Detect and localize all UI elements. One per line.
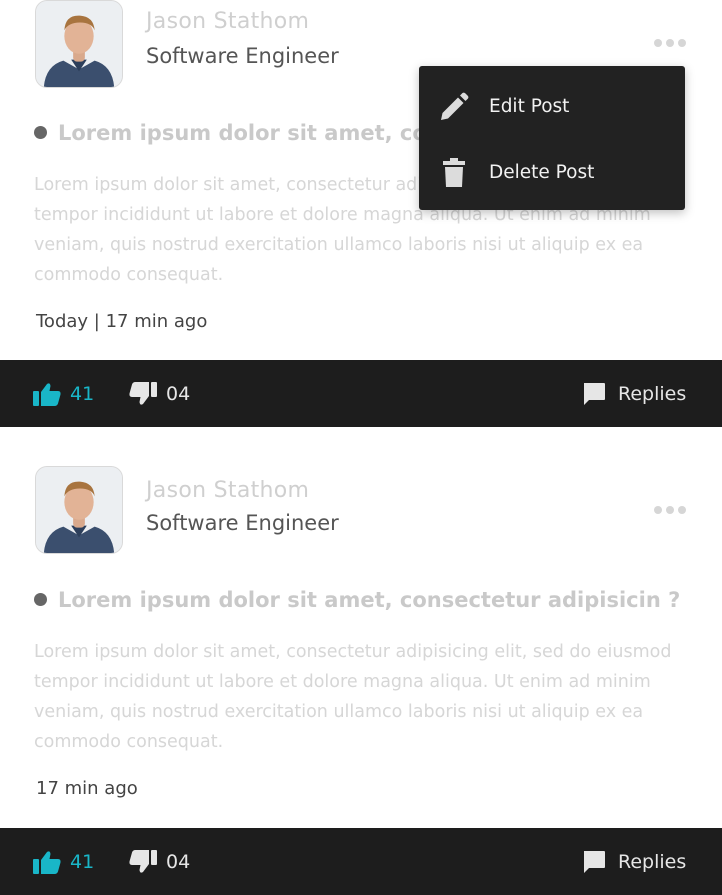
dislike-button[interactable]: 04 — [129, 828, 190, 895]
like-count: 41 — [70, 850, 95, 873]
post-options-menu: Edit Post Delete Post — [419, 66, 685, 210]
bullet-icon — [34, 593, 47, 606]
avatar[interactable] — [35, 466, 123, 554]
avatar[interactable] — [35, 0, 123, 88]
author-name[interactable]: Jason Stathom — [146, 9, 309, 34]
more-dots-icon — [678, 39, 686, 47]
post-card: Jason Stathom Software Engineer Lorem ip… — [0, 427, 722, 827]
comment-icon — [584, 382, 605, 405]
post-title[interactable]: Lorem ipsum dolor sit amet, consectetur … — [34, 588, 680, 612]
thumbs-down-icon — [129, 381, 157, 405]
avatar-photo — [36, 467, 122, 553]
replies-label: Replies — [618, 850, 687, 873]
delete-post-label: Delete Post — [489, 161, 595, 183]
post-body: Lorem ipsum dolor sit amet, consectetur … — [34, 642, 672, 752]
dislike-count: 04 — [166, 850, 191, 873]
post-timestamp: Today | 17 min ago — [36, 311, 208, 332]
delete-post-menu-item[interactable]: Delete Post — [419, 142, 685, 202]
post-action-bar: 41 04 Replies — [0, 828, 722, 895]
more-dots-icon — [654, 39, 662, 47]
thumbs-up-icon — [33, 850, 61, 874]
replies-label: Replies — [618, 382, 687, 405]
thumbs-down-icon — [129, 849, 157, 873]
dislike-button[interactable]: 04 — [129, 360, 190, 427]
dislike-count: 04 — [166, 382, 191, 405]
replies-button[interactable]: Replies — [582, 360, 686, 427]
more-dots-icon — [678, 506, 686, 514]
like-button[interactable]: 41 — [33, 360, 94, 427]
comment-icon — [584, 850, 605, 873]
edit-post-label: Edit Post — [489, 95, 570, 117]
like-button[interactable]: 41 — [33, 828, 94, 895]
author-name[interactable]: Jason Stathom — [146, 478, 309, 503]
edit-post-menu-item[interactable]: Edit Post — [419, 76, 685, 136]
more-dots-icon — [666, 39, 674, 47]
post-timestamp: 17 min ago — [36, 778, 138, 799]
more-dots-icon — [666, 506, 674, 514]
replies-button[interactable]: Replies — [582, 828, 686, 895]
trash-icon — [443, 158, 465, 187]
author-role: Software Engineer — [146, 511, 339, 535]
more-dots-icon — [654, 506, 662, 514]
more-options-button[interactable] — [650, 500, 690, 520]
bullet-icon — [34, 126, 47, 139]
avatar-photo — [36, 1, 122, 87]
like-count: 41 — [70, 382, 95, 405]
pencil-icon — [441, 92, 469, 120]
post-title-text: Lorem ipsum dolor sit amet, consectetur … — [58, 588, 681, 612]
thumbs-up-icon — [33, 382, 61, 406]
post-action-bar: 41 04 Replies — [0, 360, 722, 427]
more-options-button[interactable] — [650, 33, 690, 53]
author-role: Software Engineer — [146, 44, 339, 68]
